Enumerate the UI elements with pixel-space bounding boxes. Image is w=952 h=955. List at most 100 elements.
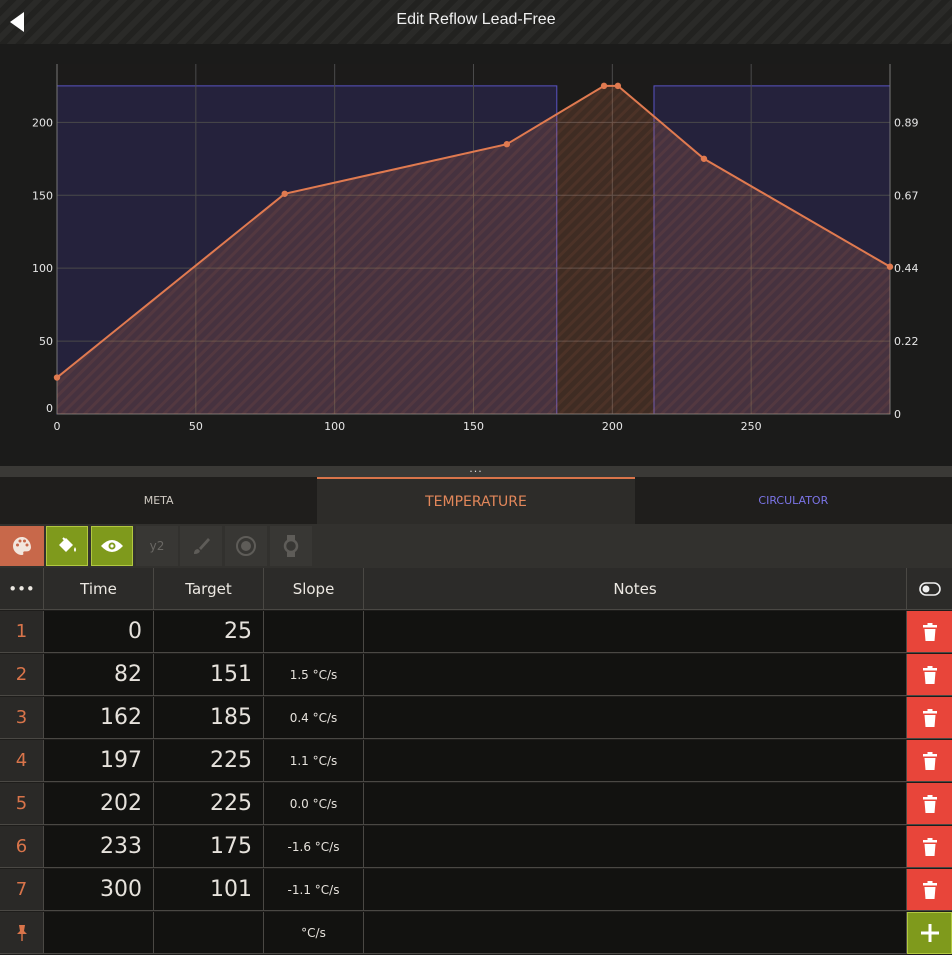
slope-cell: 1.5 °C/s <box>264 654 364 696</box>
x-tick-label: 100 <box>324 420 345 433</box>
profile-chart[interactable]: 0 50 100 150 200 250 0 50 100 150 200 0 0.22 0.44 0.67… <box>0 44 952 466</box>
notes-cell[interactable] <box>364 611 907 653</box>
time-cell[interactable]: 197 <box>44 740 154 782</box>
pin-button[interactable] <box>0 912 44 954</box>
trash-icon <box>922 794 937 813</box>
toggle-icon <box>918 581 941 596</box>
y-tick-label: 0 <box>46 402 53 415</box>
y-tick-label: 50 <box>39 335 53 348</box>
target-cell[interactable]: 175 <box>154 826 264 868</box>
target-icon <box>236 536 256 556</box>
new-target-input[interactable] <box>154 912 264 954</box>
row-index[interactable]: 1 <box>0 611 44 653</box>
delete-row-button[interactable] <box>907 783 952 825</box>
target-value: 175 <box>210 834 252 859</box>
table-row: 3 162 185 0.4 °C/s <box>0 697 952 740</box>
x-tick-label: 250 <box>741 420 762 433</box>
brush-button[interactable] <box>180 526 222 566</box>
visibility-toggle-button[interactable] <box>91 526 133 566</box>
y2-tick-label: 0.44 <box>894 262 919 275</box>
palette-button[interactable] <box>0 526 44 566</box>
new-slope-input[interactable]: °C/s <box>264 912 364 954</box>
notes-cell[interactable] <box>364 783 907 825</box>
time-cell[interactable]: 300 <box>44 869 154 911</box>
tab-temperature[interactable]: TEMPERATURE <box>317 477 635 524</box>
slope-cell: -1.1 °C/s <box>264 869 364 911</box>
notes-cell[interactable] <box>364 826 907 868</box>
new-time-input[interactable] <box>44 912 154 954</box>
time-value: 82 <box>114 662 142 687</box>
toolbar: y2 <box>0 524 952 568</box>
watch-icon <box>283 535 299 557</box>
y-tick-label: 150 <box>32 189 53 202</box>
delete-row-button[interactable] <box>907 869 952 911</box>
pin-icon <box>16 924 27 941</box>
target-button[interactable] <box>225 526 267 566</box>
col-header-target[interactable]: Target <box>154 568 264 610</box>
target-cell[interactable]: 101 <box>154 869 264 911</box>
target-cell[interactable]: 151 <box>154 654 264 696</box>
trash-icon <box>922 665 937 684</box>
x-tick-label: 150 <box>463 420 484 433</box>
y2-tick-label: 0 <box>894 408 901 421</box>
table-row: 7 300 101 -1.1 °C/s <box>0 869 952 912</box>
notes-cell[interactable] <box>364 869 907 911</box>
divider-grip[interactable]: ... <box>0 462 952 475</box>
y-tick-label: 100 <box>32 262 53 275</box>
time-cell[interactable]: 162 <box>44 697 154 739</box>
y2-axis-button[interactable]: y2 <box>136 526 178 566</box>
time-cell[interactable]: 82 <box>44 654 154 696</box>
col-header-slope[interactable]: Slope <box>264 568 364 610</box>
target-cell[interactable]: 25 <box>154 611 264 653</box>
row-index[interactable]: 7 <box>0 869 44 911</box>
time-cell[interactable]: 233 <box>44 826 154 868</box>
chart-svg[interactable]: 0 50 100 150 200 250 0 50 100 150 200 0 0.22 0.44 0.67… <box>0 44 952 466</box>
target-value: 25 <box>224 619 252 644</box>
target-cell[interactable]: 225 <box>154 783 264 825</box>
resize-divider[interactable]: ... <box>0 462 952 477</box>
x-tick-label: 0 <box>54 420 61 433</box>
row-index[interactable]: 6 <box>0 826 44 868</box>
delete-row-button[interactable] <box>907 826 952 868</box>
y2-tick-label: 0.67 <box>894 189 919 202</box>
slope-value: -1.6 °C/s <box>287 839 340 854</box>
row-index[interactable]: 4 <box>0 740 44 782</box>
row-index[interactable]: 5 <box>0 783 44 825</box>
plus-icon <box>920 924 939 942</box>
col-header-time[interactable]: Time <box>44 568 154 610</box>
target-cell[interactable]: 185 <box>154 697 264 739</box>
time-cell[interactable]: 202 <box>44 783 154 825</box>
slope-value: 0.4 °C/s <box>289 710 338 725</box>
delete-row-button[interactable] <box>907 654 952 696</box>
new-notes-input[interactable] <box>364 912 907 954</box>
y-tick-label: 200 <box>32 116 53 129</box>
col-header-notes[interactable]: Notes <box>364 568 907 610</box>
row-index[interactable]: 3 <box>0 697 44 739</box>
trash-icon <box>922 622 937 641</box>
row-menu-button[interactable]: ••• <box>0 568 44 610</box>
notes-cell[interactable] <box>364 654 907 696</box>
notes-cell[interactable] <box>364 740 907 782</box>
toggle-columns-button[interactable] <box>907 568 952 610</box>
target-cell[interactable]: 225 <box>154 740 264 782</box>
tab-circulator[interactable]: CIRCULATOR <box>635 477 952 524</box>
tab-meta[interactable]: META <box>0 477 317 524</box>
delete-row-button[interactable] <box>907 740 952 782</box>
data-point <box>53 374 61 381</box>
slope-value: 1.5 °C/s <box>289 667 338 682</box>
y2-tick-label: 0.22 <box>894 335 919 348</box>
table-row: 4 197 225 1.1 °C/s <box>0 740 952 783</box>
header-bar: Edit Reflow Lead-Free <box>0 0 952 45</box>
fill-toggle-button[interactable] <box>46 526 88 566</box>
row-index[interactable]: 2 <box>0 654 44 696</box>
notes-cell[interactable] <box>364 697 907 739</box>
time-cell[interactable]: 0 <box>44 611 154 653</box>
delete-row-button[interactable] <box>907 611 952 653</box>
add-row-button[interactable] <box>907 912 952 954</box>
watch-button[interactable] <box>270 526 312 566</box>
table-row: 2 82 151 1.5 °C/s <box>0 654 952 697</box>
delete-row-button[interactable] <box>907 697 952 739</box>
brush-icon <box>194 538 210 554</box>
y2-icon: y2 <box>149 539 165 553</box>
time-value: 300 <box>100 877 142 902</box>
